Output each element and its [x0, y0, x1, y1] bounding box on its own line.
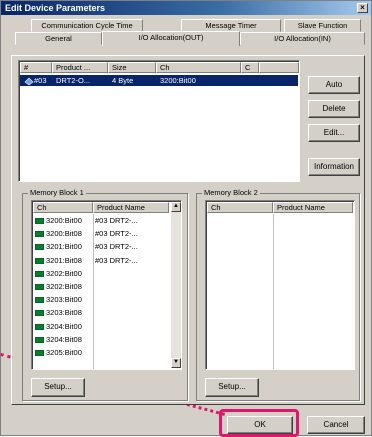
mb1-row-ch: 3202:Bit08 — [35, 281, 93, 292]
auto-button-label: Auto — [325, 80, 343, 89]
auto-button[interactable]: Auto — [308, 76, 360, 94]
memory-chip-icon — [35, 350, 44, 357]
mb1-row-ch-text: 3201:Bit00 — [46, 242, 82, 252]
list-item[interactable]: 3202:Bit00 — [34, 268, 169, 279]
mb1-row-ch: 3201:Bit00 — [35, 241, 93, 252]
list-item[interactable]: 3203:Bit00 — [34, 294, 169, 305]
table-row[interactable]: #03 DRT2-O... 4 Byte 3200:Bit00 — [20, 75, 298, 86]
mb2-setup-button[interactable]: Setup... — [205, 378, 259, 397]
mb2-column-divider — [273, 214, 274, 369]
mb1-column-header-ch[interactable]: Ch — [33, 202, 93, 213]
mb1-row-ch-text: 3202:Bit00 — [46, 268, 82, 278]
mb1-row-ch-text: 3200:Bit08 — [46, 229, 82, 239]
mb1-row-ch: 3200:Bit08 — [35, 228, 93, 239]
mb1-row-ch-text: 3200:Bit00 — [46, 216, 82, 225]
memory-chip-icon — [35, 297, 44, 304]
memory-chip-icon — [35, 218, 44, 225]
mb1-scrollbar[interactable]: ▲ ▼ — [170, 202, 181, 368]
list-item[interactable]: 3204:Bit08 — [34, 334, 169, 345]
row-ch: 3200:Bit00 — [160, 76, 196, 85]
delete-button[interactable]: Delete — [308, 100, 360, 118]
mb1-row-ch: 3201:Bit08 — [35, 255, 93, 266]
column-header-product[interactable]: Product ... — [52, 62, 108, 73]
mb1-row-product: #03 DRT2-... — [95, 242, 138, 252]
memory-block-1-list[interactable]: Ch Product Name 3200:Bit00 #03 DRT2-... 32… — [31, 200, 182, 370]
list-item[interactable]: 3200:Bit08 #03 DRT2-... — [34, 228, 169, 239]
column-header-filler — [259, 62, 299, 73]
mb1-column-header-product-name[interactable]: Product Name — [93, 202, 169, 213]
mb1-row-ch-text: 3204:Bit00 — [46, 321, 82, 331]
edit-button-label: Edit... — [323, 128, 345, 137]
ok-highlight-box — [219, 409, 299, 437]
mb1-row-ch: 3203:Bit08 — [35, 307, 93, 318]
memory-chip-icon — [35, 284, 44, 291]
memory-block-2-label: Memory Block 2 — [202, 188, 260, 198]
memory-chip-icon — [35, 310, 44, 317]
memory-chip-icon — [35, 231, 44, 238]
mb1-row-ch: 3204:Bit08 — [35, 334, 93, 345]
information-button[interactable]: Information — [308, 158, 360, 176]
mb2-column-header-ch[interactable]: Ch — [207, 202, 273, 213]
mb1-row-ch-text: 3201:Bit08 — [46, 255, 82, 265]
memory-chip-icon — [35, 244, 44, 251]
cancel-button-label: Cancel — [323, 420, 349, 429]
row-size: 4 Byte — [112, 76, 134, 85]
memory-block-2-list[interactable]: Ch Product Name — [205, 200, 355, 370]
list-item[interactable]: 3200:Bit00 #03 DRT2-... — [34, 215, 169, 226]
row-product: DRT2-O... — [56, 76, 91, 85]
column-header-c[interactable]: C — [241, 62, 259, 73]
window-title: Edit Device Parameters — [5, 3, 106, 13]
list-item[interactable]: 3205:Bit00 — [34, 347, 169, 358]
mb1-row-ch-text: 3202:Bit08 — [46, 282, 82, 291]
mb1-row-ch: 3204:Bit00 — [35, 321, 93, 332]
row-number: #03 — [34, 76, 47, 85]
memory-block-1-group: Memory Block 1 Ch Product Name 3200:Bit0… — [22, 188, 188, 401]
tab-io-allocation-in[interactable]: I/O Allocation(IN) — [240, 32, 365, 45]
mb2-setup-label: Setup... — [218, 382, 246, 391]
io-allocation-out-panel: # Product ... Size Ch C #03 DRT2-O... 4 … — [11, 55, 365, 405]
mb1-row-ch: 3203:Bit00 — [35, 294, 93, 305]
mb1-row-product: #03 DRT2-... — [95, 229, 138, 239]
mb1-row-ch-text: 3204:Bit08 — [46, 334, 82, 344]
close-icon[interactable]: × — [357, 3, 368, 13]
memory-chip-icon — [35, 323, 44, 330]
memory-block-2-group: Memory Block 2 Ch Product Name Setup... — [196, 188, 360, 401]
tab-slave-function[interactable]: Slave Function — [284, 19, 361, 32]
mb1-row-product: #03 DRT2-... — [95, 255, 138, 265]
information-button-label: Information — [313, 162, 355, 171]
scroll-down-icon[interactable]: ▼ — [171, 358, 181, 368]
memory-chip-icon — [35, 336, 44, 343]
list-item[interactable]: 3201:Bit00 #03 DRT2-... — [34, 241, 169, 252]
mb1-setup-label: Setup... — [44, 382, 72, 391]
edit-device-parameters-dialog: Edit Device Parameters × Communication C… — [0, 0, 372, 437]
column-header-number[interactable]: # — [20, 62, 52, 73]
cancel-button[interactable]: Cancel — [307, 416, 365, 434]
title-bar: Edit Device Parameters × — [1, 1, 371, 15]
tab-io-allocation-out[interactable]: I/O Allocation(OUT) — [102, 31, 240, 46]
column-header-ch[interactable]: Ch — [156, 62, 241, 73]
list-item[interactable]: 3203:Bit08 — [34, 307, 169, 318]
mb2-column-header-product-name[interactable]: Product Name — [273, 202, 353, 213]
mb1-row-ch-text: 3203:Bit00 — [46, 295, 82, 305]
mb1-row-ch-text: 3203:Bit08 — [46, 308, 82, 318]
memory-chip-icon — [35, 270, 44, 277]
mb1-row-ch: 3200:Bit00 — [35, 215, 93, 226]
list-item[interactable]: 3202:Bit08 — [34, 281, 169, 292]
mb1-row-ch: 3205:Bit00 — [35, 347, 93, 358]
column-header-size[interactable]: Size — [108, 62, 156, 73]
scroll-up-icon[interactable]: ▲ — [171, 202, 181, 212]
list-item[interactable]: 3201:Bit08 #03 DRT2-... — [34, 255, 169, 266]
delete-button-label: Delete — [322, 104, 346, 113]
device-list[interactable]: # Product ... Size Ch C #03 DRT2-O... 4 … — [18, 60, 300, 182]
memory-block-1-label: Memory Block 1 — [28, 188, 86, 198]
edit-button[interactable]: Edit... — [308, 124, 360, 142]
mb1-row-product: #03 DRT2-... — [95, 216, 138, 225]
list-item[interactable]: 3204:Bit00 — [34, 321, 169, 332]
memory-chip-icon — [35, 257, 44, 264]
tab-general[interactable]: General — [15, 32, 102, 45]
mb1-row-ch-text: 3205:Bit00 — [46, 348, 82, 357]
mb1-row-ch: 3202:Bit00 — [35, 268, 93, 279]
mb1-setup-button[interactable]: Setup... — [31, 378, 85, 397]
